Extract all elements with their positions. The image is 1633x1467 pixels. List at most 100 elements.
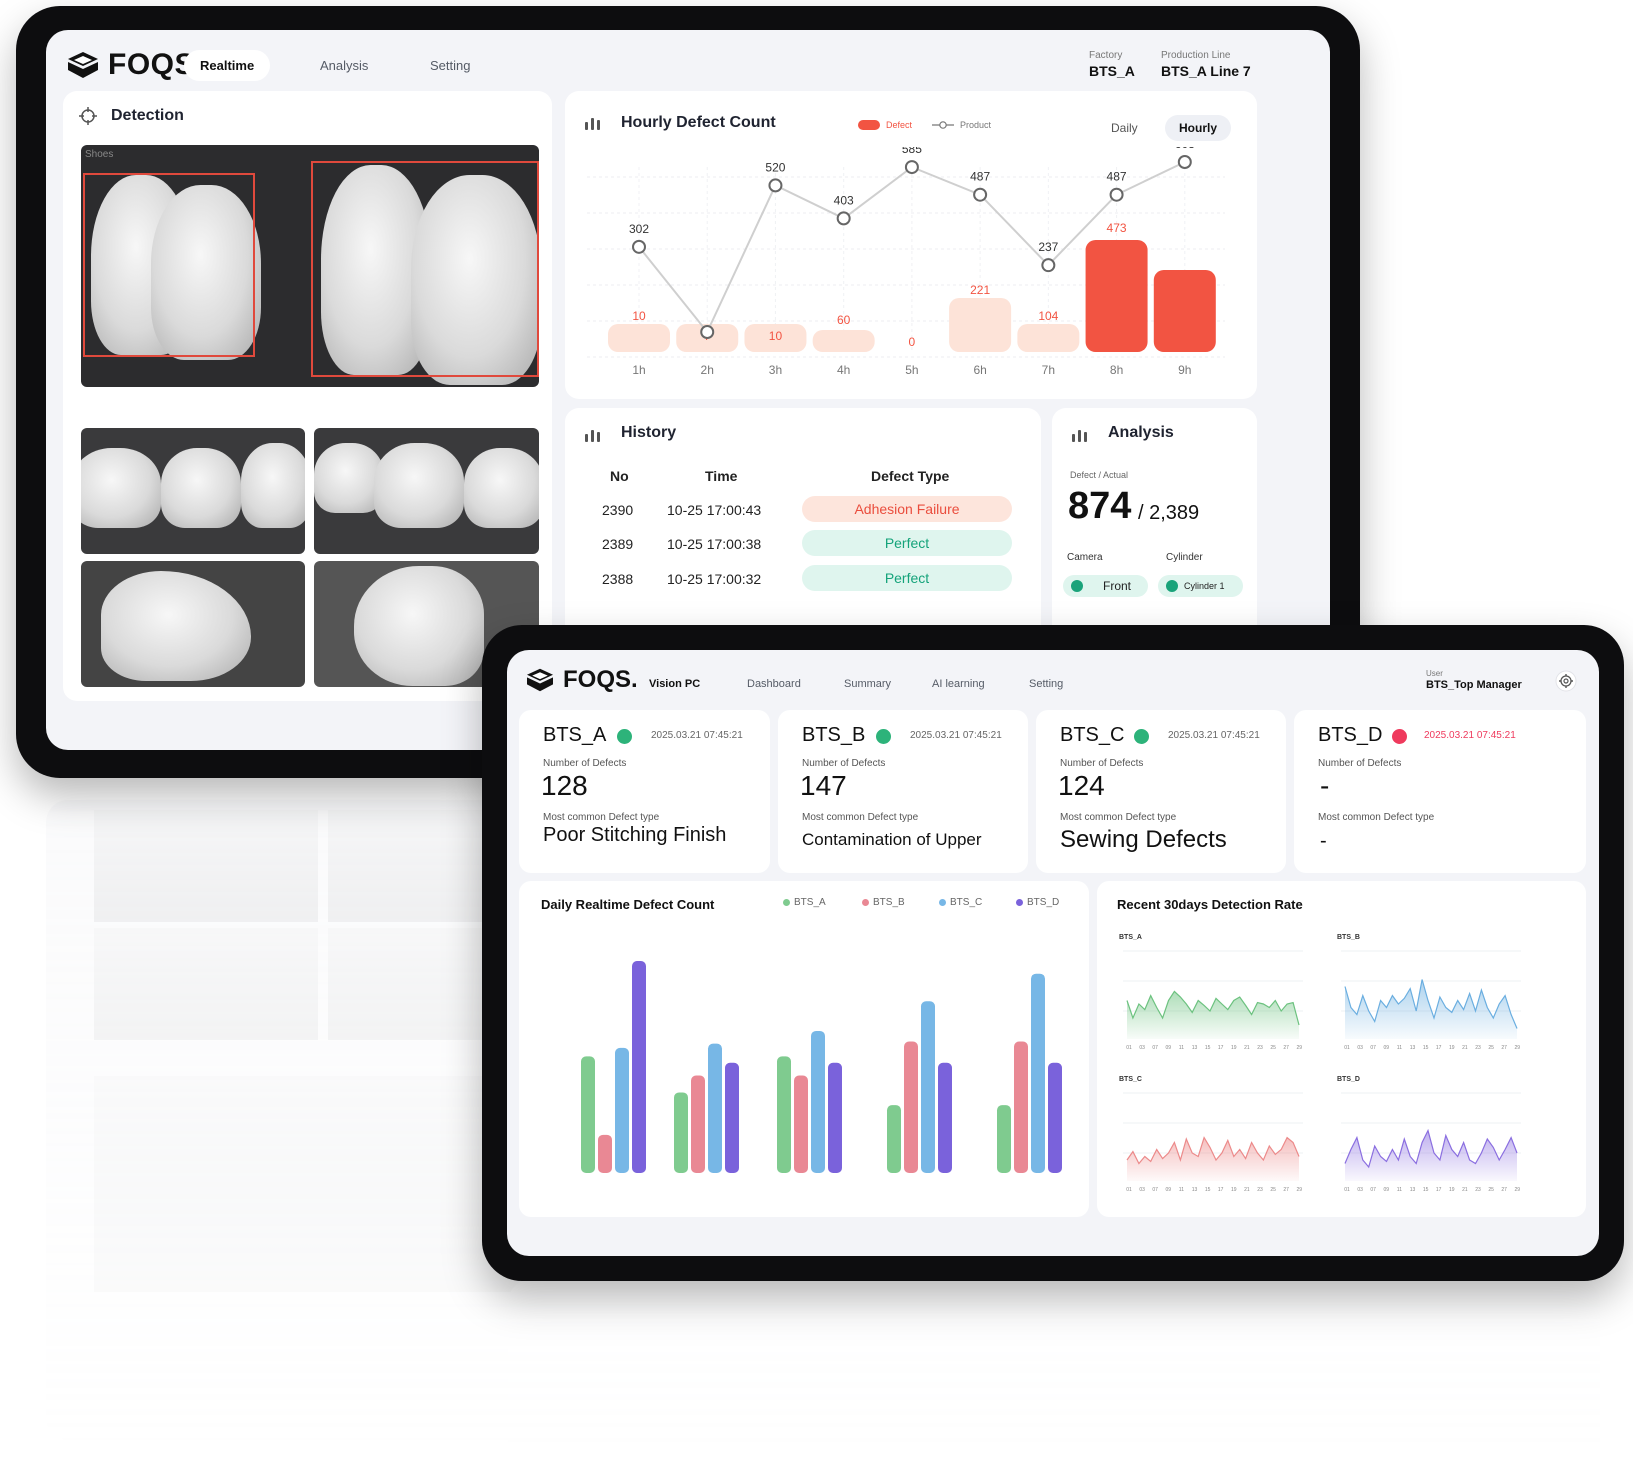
defect-type-value: Poor Stitching Finish xyxy=(543,824,727,846)
brand-logo[interactable]: FOQS. xyxy=(525,666,638,694)
mini-chart-label: BTS_C xyxy=(1119,1076,1142,1083)
defect-type-pill[interactable]: Perfect xyxy=(802,530,1012,556)
rate-tick-label: 23 xyxy=(1475,1045,1481,1051)
cylinder-chip[interactable]: Cylinder 1 xyxy=(1158,575,1243,597)
defect-type-pill[interactable]: Perfect xyxy=(802,565,1012,591)
camera-chip[interactable]: Front xyxy=(1063,575,1148,597)
factory-name: BTS_A xyxy=(543,724,607,746)
factory-card-bts-d[interactable]: BTS_D 2025.03.21 07:45:21 Number of Defe… xyxy=(1294,710,1586,873)
rate-tick-label: 25 xyxy=(1488,1187,1494,1193)
defect-value-label: 0 xyxy=(909,335,916,349)
x-tick-label: 5h xyxy=(905,363,918,377)
capture-thumbnail[interactable] xyxy=(81,561,305,687)
rate-tick-label: 03 xyxy=(1357,1187,1363,1193)
defects-count: - xyxy=(1320,770,1330,801)
detection-rate-title: Recent 30days Detection Rate xyxy=(1117,897,1303,912)
rate-tick-label: 15 xyxy=(1423,1045,1429,1051)
toggle-hourly[interactable]: Hourly xyxy=(1165,115,1232,141)
rate-tick-label: 03 xyxy=(1139,1187,1145,1193)
hourly-title: Hourly Defect Count xyxy=(621,114,776,131)
defects-count: 147 xyxy=(800,770,847,801)
defect-bar xyxy=(1017,324,1080,352)
cylinder-value: Cylinder 1 xyxy=(1184,581,1225,591)
tab-analysis[interactable]: Analysis xyxy=(304,50,384,81)
defect-type-value: - xyxy=(1320,830,1327,852)
rate-tick-label: 17 xyxy=(1218,1045,1224,1051)
daily-bar-bts_c xyxy=(708,1043,722,1173)
factory-card-bts-a[interactable]: BTS_A 2025.03.21 07:45:21 Number of Defe… xyxy=(519,710,770,873)
gear-icon[interactable] xyxy=(1555,670,1577,692)
rate-tick-label: 09 xyxy=(1166,1045,1172,1051)
defect-value-label: 10 xyxy=(769,329,783,343)
rate-tick-label: 27 xyxy=(1283,1187,1289,1193)
rate-tick-label: 17 xyxy=(1436,1187,1442,1193)
rate-tick-label: 23 xyxy=(1257,1045,1263,1051)
daily-bar-bts_c xyxy=(1031,973,1045,1173)
defects-label: Number of Defects xyxy=(1060,758,1144,769)
rate-tick-label: 19 xyxy=(1449,1187,1455,1193)
rate-tick-label: 01 xyxy=(1126,1187,1132,1193)
rate-tick-label: 27 xyxy=(1501,1187,1507,1193)
rate-area-bts_c xyxy=(1127,1137,1299,1181)
toggle-daily[interactable]: Daily xyxy=(1097,115,1152,141)
x-tick-label: 8h xyxy=(1110,363,1123,377)
factory-card-bts-b[interactable]: BTS_B 2025.03.21 07:45:21 Number of Defe… xyxy=(778,710,1028,873)
rate-tick-label: 19 xyxy=(1449,1045,1455,1051)
factory-card-bts-c[interactable]: BTS_C 2025.03.21 07:45:21 Number of Defe… xyxy=(1036,710,1286,873)
tab-setting[interactable]: Setting xyxy=(414,50,486,81)
history-row-time: 10-25 17:00:32 xyxy=(667,571,762,587)
rate-tick-label: 11 xyxy=(1179,1045,1184,1051)
rate-tick-label: 23 xyxy=(1257,1187,1263,1193)
daily-bar-bts_c xyxy=(921,1001,935,1173)
rate-tick-label: 11 xyxy=(1179,1187,1184,1193)
defect-type-pill[interactable]: Adhesion Failure xyxy=(802,496,1012,522)
daily-bar-bts_d xyxy=(938,1062,952,1173)
tab-ai-learning[interactable]: AI learning xyxy=(932,678,985,690)
history-col-time: Time xyxy=(705,468,738,484)
chart-bars-icon xyxy=(585,118,601,130)
daily-bar-bts_d xyxy=(828,1062,842,1173)
history-title: History xyxy=(621,424,677,441)
defects-label: Number of Defects xyxy=(802,758,886,769)
detection-camera-feed[interactable]: Shoes xyxy=(81,145,539,387)
rate-tick-label: 27 xyxy=(1283,1045,1289,1051)
defect-type-label: Most common Defect type xyxy=(1060,812,1177,823)
tab-summary[interactable]: Summary xyxy=(844,678,891,690)
daily-bar-bts_c xyxy=(811,1030,825,1173)
legend-defect-swatch xyxy=(858,120,880,130)
rate-tick-label: 07 xyxy=(1152,1045,1158,1051)
product-point xyxy=(1109,187,1124,202)
camera-caption: Shoes xyxy=(85,149,114,160)
user-name[interactable]: BTS_Top Manager xyxy=(1426,679,1522,691)
rate-tick-label: 07 xyxy=(1370,1187,1376,1193)
defect-type-label: Most common Defect type xyxy=(802,812,919,823)
product-point xyxy=(768,178,783,193)
history-col-type: Defect Type xyxy=(871,468,950,484)
product-point xyxy=(1177,155,1192,169)
tab-setting[interactable]: Setting xyxy=(1029,678,1063,690)
rate-tick-label: 15 xyxy=(1205,1187,1211,1193)
x-tick-label: 7h xyxy=(1042,363,1055,377)
vision-pc-screen: FOQS. Vision PC Dashboard Summary AI lea… xyxy=(507,650,1599,1256)
factory-timestamp: 2025.03.21 07:45:21 xyxy=(1424,730,1516,741)
detection-card: Detection Shoes xyxy=(63,91,552,701)
cylinder-icon xyxy=(1166,580,1178,592)
product-value-label: 585 xyxy=(902,147,922,156)
capture-thumbnail[interactable] xyxy=(314,428,539,554)
tab-realtime[interactable]: Realtime xyxy=(184,50,271,81)
daily-bar-bts_b xyxy=(904,1041,918,1173)
capture-thumbnail[interactable] xyxy=(81,428,305,554)
rate-tick-label: 29 xyxy=(1297,1045,1303,1051)
rate-tick-label: 01 xyxy=(1344,1045,1350,1051)
defect-value-label: 221 xyxy=(970,283,990,297)
rate-tick-label: 15 xyxy=(1205,1045,1211,1051)
tab-dashboard[interactable]: Dashboard xyxy=(747,678,801,690)
legend-product-swatch xyxy=(932,121,954,129)
x-tick-label: 1h xyxy=(632,363,645,377)
defects-count: 124 xyxy=(1058,770,1105,801)
hourly-defect-chart: 101h72h103h604h05h2216h1047h4738h9h30252… xyxy=(587,147,1225,377)
defect-bar xyxy=(812,330,875,352)
defect-type-value: Sewing Defects xyxy=(1060,826,1227,853)
daily-defect-card: Daily Realtime Defect Count BTS_A BTS_B … xyxy=(519,881,1089,1217)
product-value-label: 603 xyxy=(1175,147,1195,151)
